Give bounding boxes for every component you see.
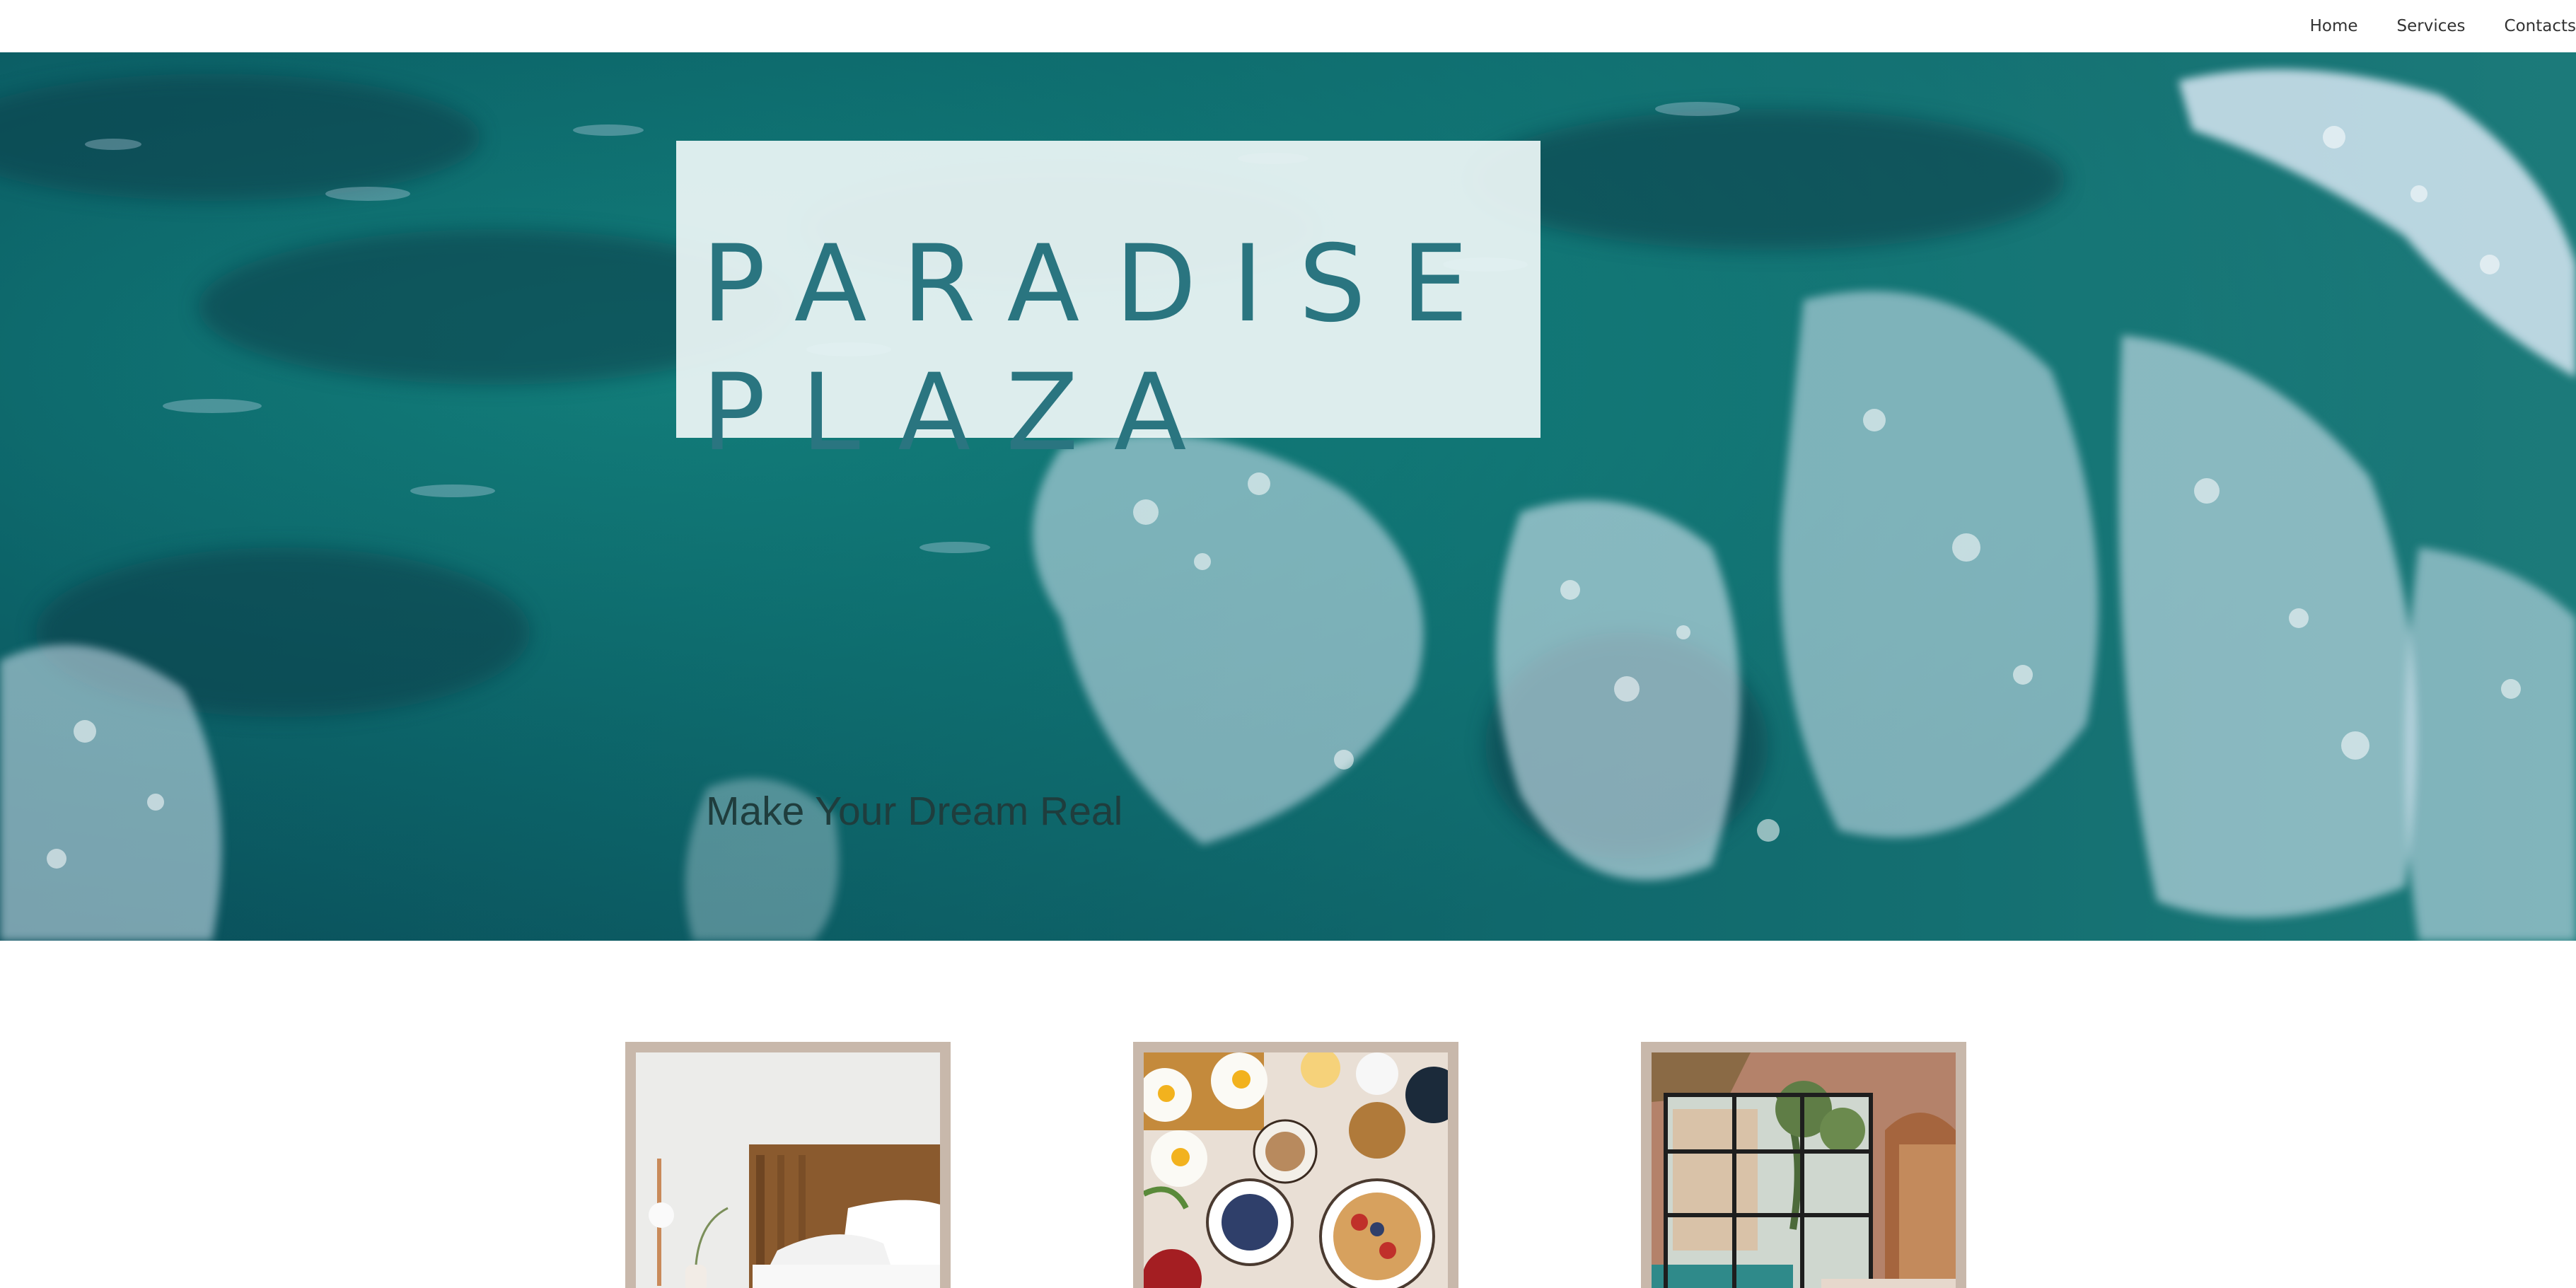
bedroom-photo xyxy=(636,1052,940,1288)
pool-villa-interior-photo xyxy=(1652,1052,1956,1288)
feature-card-bedroom[interactable] xyxy=(625,1042,951,1288)
hero-title-box: PARADISE PLAZA xyxy=(676,141,1541,466)
breakfast-table-photo xyxy=(1144,1052,1448,1288)
top-navigation-bar: Home Services Contacts xyxy=(0,0,2576,52)
hero-section: PARADISE PLAZA Make Your Dream Real xyxy=(0,52,2576,941)
hero-title-line-1: PARADISE xyxy=(702,223,1504,346)
feature-card-villa[interactable] xyxy=(1641,1042,1966,1288)
nav-home-link[interactable]: Home xyxy=(2310,17,2358,35)
nav-services-link[interactable]: Services xyxy=(2397,17,2466,35)
hero-title-line-2: PLAZA xyxy=(702,352,1222,475)
feature-card-breakfast[interactable] xyxy=(1133,1042,1458,1288)
main-nav: Home Services Contacts xyxy=(2271,0,2576,52)
hero-tagline: Make Your Dream Real xyxy=(706,789,1123,834)
nav-contacts-link[interactable]: Contacts xyxy=(2505,17,2576,35)
